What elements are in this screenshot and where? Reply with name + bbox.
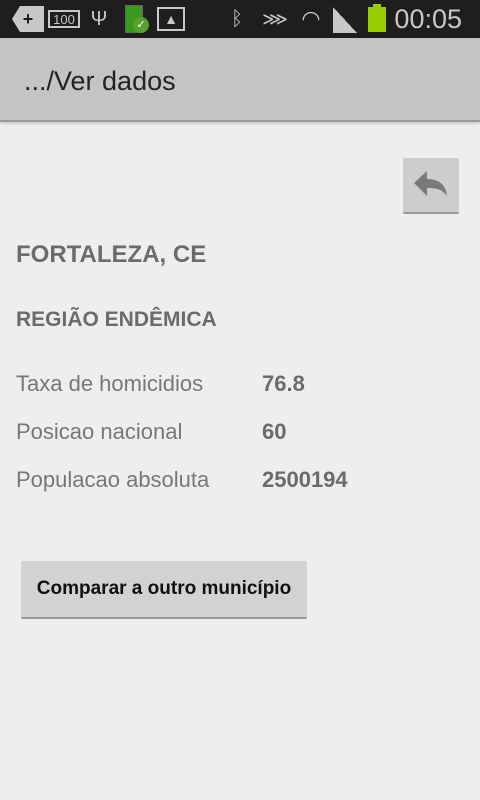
check-icon: ✓ (133, 17, 149, 33)
battery-icon (368, 4, 386, 32)
mute-icon: ⋙ (262, 8, 288, 29)
stat-label: Posicao nacional (16, 419, 183, 444)
stat-value: 2500194 (262, 467, 348, 492)
bluetooth-icon: ᛒ (231, 7, 243, 30)
image-icon: ▲ (157, 7, 185, 31)
back-button[interactable] (403, 158, 459, 214)
stat-value: 76.8 (262, 371, 305, 396)
stat-row-population: Populacao absoluta 2500194 (16, 467, 348, 493)
stat-label: Taxa de homicidios (16, 371, 204, 396)
stat-row-homicide-rate: Taxa de homicidios 76.8 (16, 371, 305, 397)
status-bar: + 100 Ψ ✓ ▲ ᛒ ⋙ ◠ 00:05 (0, 0, 480, 38)
usb-icon: Ψ (90, 7, 108, 30)
city-name: FORTALEZA, CE (16, 241, 207, 268)
stat-label: Populacao absoluta (16, 467, 210, 492)
battery-100-icon: 100 (48, 10, 80, 28)
stat-value: 60 (262, 419, 287, 444)
wifi-icon: ◠ (301, 6, 321, 31)
reply-arrow-icon (414, 171, 447, 196)
region-label: REGIÃO ENDÊMICA (16, 308, 217, 331)
clock: 00:05 (394, 4, 462, 34)
action-bar: .../Ver dados (0, 38, 480, 122)
page-title: .../Ver dados (24, 66, 176, 96)
compare-municipality-button[interactable]: Comparar a outro município (21, 561, 307, 619)
signal-icon (333, 7, 357, 33)
stat-row-national-position: Posicao nacional 60 (16, 419, 286, 445)
add-notification-icon: + (12, 6, 44, 32)
